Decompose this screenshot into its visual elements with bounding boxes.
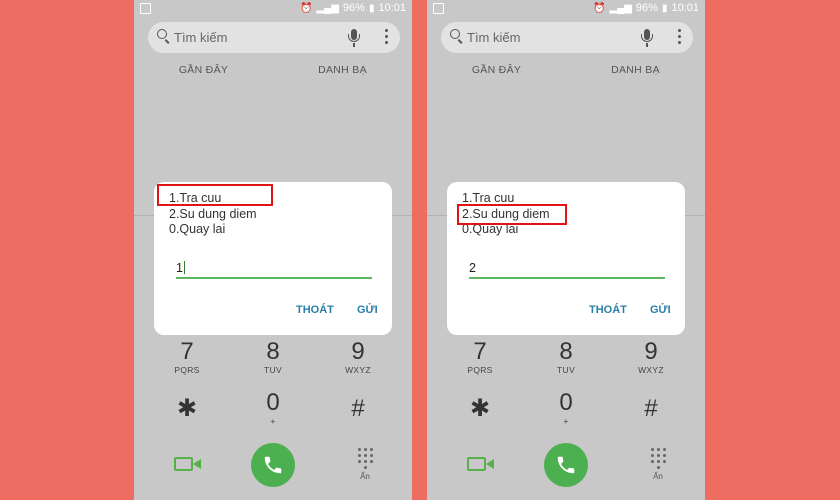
ussd-input[interactable]: 2 — [469, 261, 476, 275]
bottom-action-bar: Ẩn — [134, 440, 412, 500]
phone-icon — [557, 456, 575, 474]
key-9[interactable]: 9 WXYZ — [621, 339, 681, 376]
key-9-digit: 9 — [644, 338, 658, 365]
keypad-icon — [650, 448, 666, 469]
key-hash[interactable]: # — [328, 396, 388, 422]
input-underline — [469, 277, 665, 279]
clock: 10:01 — [378, 2, 406, 14]
call-button[interactable] — [251, 443, 295, 487]
key-7-letters: PQRS — [174, 365, 200, 375]
mic-icon[interactable] — [346, 29, 362, 47]
key-hash[interactable]: # — [621, 396, 681, 422]
bottom-action-bar: Ẩn — [427, 440, 705, 500]
phone-screen-right: ⏰ ▂▄▆ 96% ▮ 10:01 Tìm kiếm GẦN ĐÂY DANH … — [427, 0, 705, 500]
key-0-letters: + — [270, 416, 276, 426]
tab-contacts[interactable]: DANH BẠ — [273, 64, 412, 76]
ussd-dialog: 1.Tra cuu 2.Su dung diem 0.Quay lai 1 TH… — [154, 182, 392, 335]
keypad-toggle-label: Ẩn — [360, 472, 370, 481]
key-hash-symbol: # — [351, 395, 365, 422]
key-7-digit: 7 — [473, 338, 487, 365]
menu-option-0: 0.Quay lai — [169, 222, 226, 236]
key-0-digit: 0 — [559, 389, 573, 416]
signal-icon: ▂▄▆ — [609, 2, 632, 14]
key-9[interactable]: 9 WXYZ — [328, 339, 388, 376]
ussd-dialog: 1.Tra cuu 2.Su dung diem 0.Quay lai 2 TH… — [447, 182, 685, 335]
call-button[interactable] — [544, 443, 588, 487]
phone-icon — [264, 456, 282, 474]
key-8-letters: TUV — [264, 365, 282, 375]
alarm-icon: ⏰ — [300, 2, 313, 14]
ussd-input-value: 2 — [469, 261, 476, 275]
battery-icon: ▮ — [368, 2, 375, 14]
key-7[interactable]: 7 PQRS — [157, 339, 217, 376]
tab-contacts[interactable]: DANH BẠ — [566, 64, 705, 76]
input-underline — [176, 277, 372, 279]
key-star[interactable]: ✱ — [450, 396, 510, 422]
highlight-box — [457, 204, 567, 225]
key-star-symbol: ✱ — [469, 395, 491, 422]
send-button[interactable]: GỬI — [357, 304, 378, 316]
cancel-button[interactable]: THOÁT — [589, 304, 627, 316]
search-input[interactable]: Tìm kiếm — [467, 30, 520, 45]
key-9-letters: WXYZ — [638, 365, 664, 375]
tab-bar: GẦN ĐÂY DANH BẠ — [427, 64, 705, 82]
battery-icon: ▮ — [661, 2, 668, 14]
key-8-digit: 8 — [266, 338, 280, 365]
search-bar[interactable]: Tìm kiếm — [441, 22, 693, 53]
status-bar: ⏰ ▂▄▆ 96% ▮ 10:01 — [427, 0, 705, 18]
tab-bar: GẦN ĐÂY DANH BẠ — [134, 64, 412, 82]
key-star[interactable]: ✱ — [157, 396, 217, 422]
menu-option-2: 2.Su dung diem — [169, 207, 257, 221]
send-button[interactable]: GỬI — [650, 304, 671, 316]
key-7-digit: 7 — [180, 338, 194, 365]
tab-recent[interactable]: GẦN ĐÂY — [134, 64, 273, 76]
key-8-letters: TUV — [557, 365, 575, 375]
key-9-digit: 9 — [351, 338, 365, 365]
notification-icon — [140, 3, 151, 14]
battery-percent: 96% — [635, 2, 658, 14]
keypad-toggle[interactable]: Ẩn — [350, 448, 380, 488]
mic-icon[interactable] — [639, 29, 655, 47]
search-icon — [450, 29, 461, 40]
key-0-digit: 0 — [266, 389, 280, 416]
highlight-box — [157, 184, 273, 206]
clock: 10:01 — [671, 2, 699, 14]
status-bar: ⏰ ▂▄▆ 96% ▮ 10:01 — [134, 0, 412, 18]
video-call-icon[interactable] — [467, 455, 497, 473]
video-call-icon[interactable] — [174, 455, 204, 473]
more-options-icon[interactable] — [677, 29, 681, 45]
key-0[interactable]: 0 + — [243, 390, 303, 427]
key-8-digit: 8 — [559, 338, 573, 365]
ussd-input-value: 1 — [176, 261, 183, 275]
key-0[interactable]: 0 + — [536, 390, 596, 427]
phone-screen-left: ⏰ ▂▄▆ 96% ▮ 10:01 Tìm kiếm GẦN ĐÂY DANH … — [134, 0, 412, 500]
more-options-icon[interactable] — [384, 29, 388, 45]
keypad-toggle-label: Ẩn — [653, 472, 663, 481]
search-bar[interactable]: Tìm kiếm — [148, 22, 400, 53]
alarm-icon: ⏰ — [593, 2, 606, 14]
key-7[interactable]: 7 PQRS — [450, 339, 510, 376]
keypad-toggle[interactable]: Ẩn — [643, 448, 673, 488]
search-input[interactable]: Tìm kiếm — [174, 30, 227, 45]
notification-icon — [433, 3, 444, 14]
battery-percent: 96% — [342, 2, 365, 14]
ussd-input[interactable]: 1 — [176, 261, 186, 275]
key-star-symbol: ✱ — [176, 395, 198, 422]
cancel-button[interactable]: THOÁT — [296, 304, 334, 316]
key-hash-symbol: # — [644, 395, 658, 422]
text-cursor — [183, 261, 186, 274]
keypad-icon — [357, 448, 373, 469]
search-icon — [157, 29, 168, 40]
key-7-letters: PQRS — [467, 365, 493, 375]
key-8[interactable]: 8 TUV — [243, 339, 303, 376]
menu-option-1: 1.Tra cuu — [462, 191, 515, 205]
key-0-letters: + — [563, 416, 569, 426]
key-8[interactable]: 8 TUV — [536, 339, 596, 376]
signal-icon: ▂▄▆ — [316, 2, 339, 14]
tab-recent[interactable]: GẦN ĐÂY — [427, 64, 566, 76]
key-9-letters: WXYZ — [345, 365, 371, 375]
